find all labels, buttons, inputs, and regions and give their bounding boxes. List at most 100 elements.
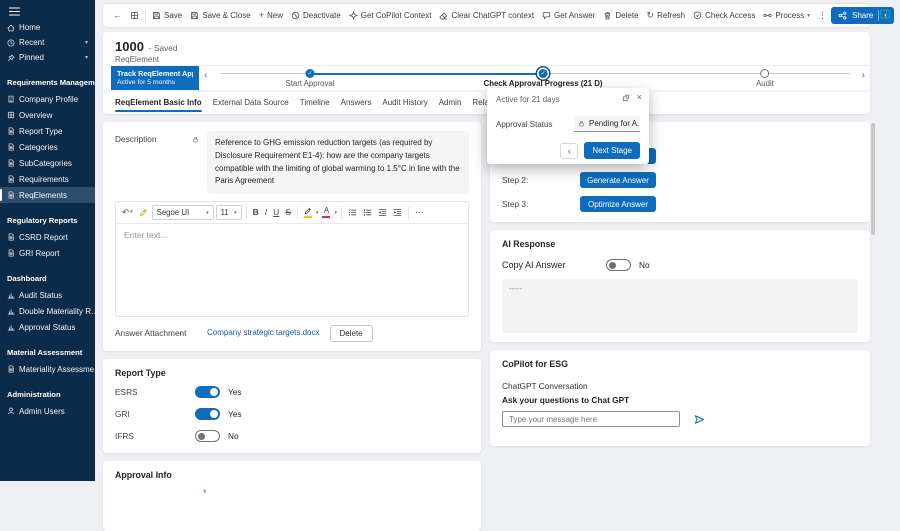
sidebar-item-reqelements[interactable]: ReqElements bbox=[0, 187, 95, 203]
sidebar-item-report-type[interactable]: Report Type bbox=[0, 123, 95, 139]
check-access-button[interactable]: Check Access bbox=[690, 9, 758, 22]
sidebar-item-gri-report[interactable]: GRI Report bbox=[0, 245, 95, 261]
right-column: Step 2: Generate Answer Step 3: Optimize… bbox=[490, 122, 870, 446]
highlight-color-button[interactable] bbox=[302, 206, 314, 219]
strikethrough-button[interactable]: S bbox=[283, 207, 293, 218]
get-copilot-context-button[interactable]: Get CoPilot Context bbox=[346, 9, 435, 22]
doc-icon bbox=[7, 191, 15, 199]
rte-toolbar: ↶ ▾ Segoe UI ▾ 11 ▾ B I U S ▾ A ▾ ⋯ bbox=[116, 202, 468, 225]
sidebar-item-label: Report Type bbox=[19, 126, 63, 136]
deactivate-button[interactable]: Deactivate bbox=[288, 9, 344, 22]
bpf-stage-start-approval[interactable]: ✓ Start Approval bbox=[286, 66, 334, 88]
tab-timeline[interactable]: Timeline bbox=[300, 90, 330, 114]
format-painter-button[interactable] bbox=[137, 207, 150, 218]
send-message-button[interactable] bbox=[694, 414, 705, 425]
bpf-next-button[interactable]: › bbox=[862, 71, 865, 81]
record-id: 1000 bbox=[115, 39, 144, 54]
outdent-button[interactable] bbox=[376, 207, 389, 218]
close-icon[interactable]: × bbox=[637, 93, 642, 102]
home-icon bbox=[7, 24, 15, 32]
tab-reqelement-basic-info[interactable]: ReqElement Basic Info bbox=[115, 90, 202, 114]
sidebar-item-double-materiality[interactable]: Double Materiality R... bbox=[0, 303, 95, 319]
esrs-toggle[interactable] bbox=[195, 386, 220, 399]
tab-admin[interactable]: Admin bbox=[439, 90, 462, 114]
sidebar-item-overview[interactable]: Overview bbox=[0, 107, 95, 123]
toolbar-overflow-button[interactable]: ⋯ bbox=[413, 207, 426, 218]
indent-button[interactable] bbox=[391, 207, 404, 218]
sidebar-item-company-profile[interactable]: Company Profile bbox=[0, 91, 95, 107]
sidebar-item-csrd-report[interactable]: CSRD Report bbox=[0, 229, 95, 245]
bold-button[interactable]: B bbox=[251, 207, 261, 218]
sidebar-item-requirements[interactable]: Requirements bbox=[0, 171, 95, 187]
sidebar-item-admin-users[interactable]: Admin Users bbox=[0, 403, 95, 419]
popout-icon[interactable] bbox=[622, 94, 630, 102]
bpf-previous-button[interactable]: ‹ bbox=[204, 71, 207, 81]
save-and-close-button[interactable]: Save & Close bbox=[187, 9, 253, 22]
sidebar-item-categories[interactable]: Categories bbox=[0, 139, 95, 155]
copilot-panel-button[interactable] bbox=[877, 6, 893, 22]
back-button[interactable]: ← bbox=[110, 9, 125, 22]
undo-button[interactable]: ↶ ▾ bbox=[120, 207, 135, 218]
sidebar-item-label: GRI Report bbox=[19, 248, 60, 258]
tab-answers[interactable]: Answers bbox=[341, 90, 372, 114]
ifrs-toggle[interactable] bbox=[195, 430, 220, 443]
next-stage-button[interactable]: Next Stage bbox=[584, 142, 640, 159]
hamburger-menu-button[interactable] bbox=[0, 0, 30, 20]
delete-button[interactable]: Delete bbox=[600, 9, 641, 22]
attachment-delete-button[interactable]: Delete bbox=[329, 325, 373, 343]
sidebar-item-materiality-assessment[interactable]: Materiality Assessme... bbox=[0, 361, 95, 377]
approval-status-value[interactable]: Pending for A... bbox=[574, 116, 640, 132]
sidebar-item-recent[interactable]: Recent ▾ bbox=[0, 35, 95, 50]
numbered-list-button[interactable] bbox=[361, 207, 374, 218]
new-button[interactable]: + New bbox=[256, 9, 286, 22]
record-status: - Saved bbox=[148, 43, 178, 53]
italic-button[interactable]: I bbox=[263, 207, 269, 218]
tab-external-data-source[interactable]: External Data Source bbox=[213, 90, 289, 114]
sidebar-item-home[interactable]: Home bbox=[0, 20, 95, 35]
scrollbar-thumb[interactable] bbox=[871, 123, 875, 235]
bullet-list-button[interactable] bbox=[346, 207, 359, 218]
more-commands-button[interactable]: ⋮ bbox=[815, 9, 830, 22]
bpf-stage-audit[interactable]: Audit bbox=[756, 66, 774, 88]
font-size-select[interactable]: 11 ▾ bbox=[215, 205, 242, 221]
sidebar-item-approval-status[interactable]: Approval Status bbox=[0, 319, 95, 335]
attachment-file-link[interactable]: Company strategic targets.docx bbox=[207, 325, 320, 337]
rich-text-input[interactable]: Enter text... bbox=[116, 224, 468, 316]
sidebar-item-audit-status[interactable]: Audit Status bbox=[0, 287, 95, 303]
generate-answer-button[interactable]: Generate Answer bbox=[580, 172, 656, 188]
required-marker: * bbox=[203, 488, 207, 499]
font-color-bar bbox=[322, 216, 331, 219]
clear-chatgpt-context-button[interactable]: Clear ChatGPT context bbox=[436, 9, 537, 22]
chart-icon bbox=[7, 291, 15, 299]
copy-ai-answer-toggle[interactable] bbox=[606, 259, 631, 271]
tab-audit-history[interactable]: Audit History bbox=[382, 90, 427, 114]
optimize-answer-button[interactable]: Optimize Answer bbox=[580, 196, 656, 212]
stage-active-duration: Active for 21 days bbox=[496, 95, 560, 104]
clock-icon bbox=[7, 39, 15, 47]
save-button[interactable]: Save bbox=[149, 9, 185, 22]
refresh-button[interactable]: ↻ Refresh bbox=[644, 9, 689, 22]
bpf-badge[interactable]: Track ReqElement Appro... Active for 5 m… bbox=[111, 66, 199, 90]
get-answer-button[interactable]: Get Answer bbox=[539, 9, 598, 22]
chart-icon bbox=[7, 307, 15, 315]
sidebar-group-administration: Administration bbox=[7, 390, 61, 399]
chat-message-input[interactable] bbox=[502, 411, 680, 427]
gri-toggle[interactable] bbox=[195, 408, 220, 421]
building-icon bbox=[7, 95, 15, 103]
bpf-stage-check-approval-progress[interactable]: ✓ Check Approval Progress (21 D) bbox=[484, 66, 602, 88]
toggle-row-ifrs: IFRS No bbox=[115, 430, 469, 443]
sidebar-item-subcategories[interactable]: SubCategories bbox=[0, 155, 95, 171]
doc-icon bbox=[7, 127, 15, 135]
font-color-button[interactable]: A bbox=[320, 206, 332, 219]
sidebar-item-pinned[interactable]: Pinned ▾ bbox=[0, 50, 95, 65]
process-button[interactable]: Process ▾ bbox=[760, 9, 813, 22]
save-icon bbox=[190, 11, 199, 20]
form-switcher-button[interactable] bbox=[127, 9, 142, 22]
toggle-value: Yes bbox=[228, 409, 242, 420]
font-family-select[interactable]: Segoe UI ▾ bbox=[151, 205, 214, 221]
underline-button[interactable]: U bbox=[271, 207, 281, 218]
previous-stage-button[interactable]: ‹ bbox=[560, 142, 579, 159]
field-label: IFRS bbox=[115, 431, 134, 442]
description-value: Reference to GHG emission reduction targ… bbox=[207, 131, 469, 195]
field-value-text: Pending for A... bbox=[589, 119, 640, 128]
